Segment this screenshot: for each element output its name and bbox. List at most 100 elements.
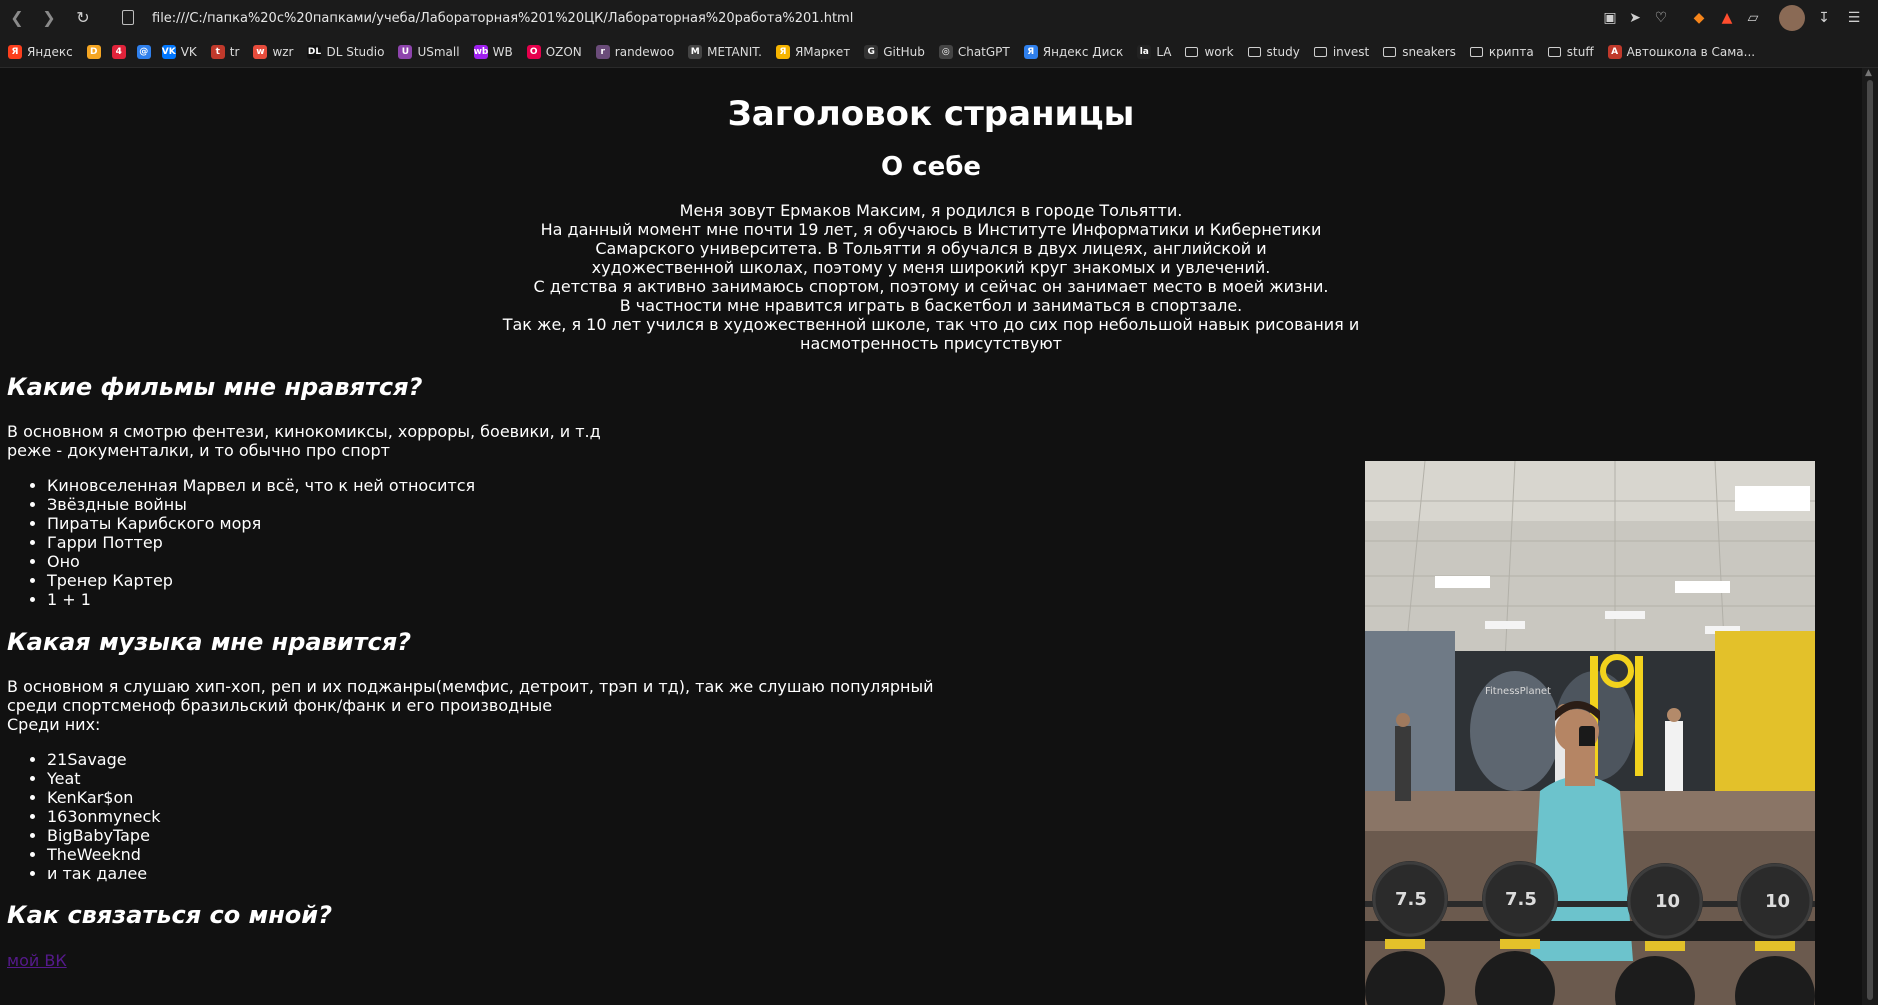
folder-icon xyxy=(1383,47,1397,57)
bookmark-item[interactable]: VK VK xyxy=(161,45,197,59)
download-icon[interactable]: ↧ xyxy=(1815,9,1833,27)
bookmark-item[interactable]: invest xyxy=(1313,45,1369,59)
page-title: Заголовок страницы xyxy=(727,94,1135,134)
bookmark-item[interactable]: work xyxy=(1185,45,1234,59)
bookmark-label: stuff xyxy=(1566,45,1594,59)
bookmark-item[interactable]: G GitHub xyxy=(864,45,925,59)
movies-list: Киновселенная Марвел и всё, что к ней от… xyxy=(7,476,475,609)
text-line: Меня зовут Ермаков Максим, я родился в г… xyxy=(679,201,1183,220)
reload-icon[interactable]: ↻ xyxy=(72,7,94,29)
bookmark-item[interactable]: t tr xyxy=(210,45,240,59)
send-icon[interactable]: ➤ xyxy=(1626,9,1644,27)
gym-selfie-photo: FitnessPlanet 7.5 7.5 10 10 xyxy=(1365,461,1815,1005)
scrollbar-thumb[interactable] xyxy=(1867,80,1873,1000)
bookmark-favicon-icon: @ xyxy=(136,45,151,59)
text-line: В основном я смотрю фентези, кинокомиксы… xyxy=(7,422,601,441)
text-line: реже - документалки, и то обычно про спо… xyxy=(7,441,390,460)
browser-chrome: ❮ ❯ ↻ file:///C:/папка%20c%20папками/уче… xyxy=(0,0,1878,68)
list-item: Тренер Картер xyxy=(47,571,475,590)
bookmark-favicon-icon: O xyxy=(526,45,541,59)
text-line: На данный момент мне почти 19 лет, я обу… xyxy=(540,220,1322,239)
list-item: Звёздные войны xyxy=(47,495,475,514)
bookmark-item[interactable]: DL DL Studio xyxy=(307,45,384,59)
text-line: среди спортсменоф бразильский фонк/фанк … xyxy=(7,696,553,715)
text-line: художественной школах, поэтому у меня ши… xyxy=(591,258,1271,277)
forward-arrow-icon[interactable]: ❯ xyxy=(38,7,60,29)
bookmark-item[interactable]: r randewoo xyxy=(595,45,675,59)
plate-label-1: 7.5 xyxy=(1395,889,1427,910)
folder-icon xyxy=(1185,47,1199,57)
text-line: В основном я слушаю хип-хоп, реп и их по… xyxy=(7,677,934,696)
bookmark-label: LA xyxy=(1156,45,1172,59)
cube-extension-icon[interactable]: ▱ xyxy=(1744,9,1762,27)
browser-toolbar: ❮ ❯ ↻ file:///C:/папка%20c%20папками/уче… xyxy=(0,0,1878,38)
bookmark-item[interactable]: sneakers xyxy=(1383,45,1456,59)
list-item: Оно xyxy=(47,552,475,571)
bookmark-item[interactable]: O OZON xyxy=(526,45,582,59)
bookmark-item[interactable]: Я Яндекс Диск xyxy=(1023,45,1124,59)
text-line: Самарского университета. В Тольятти я об… xyxy=(595,239,1267,258)
bookmark-favicon-icon: w xyxy=(253,45,268,59)
bookmark-item[interactable]: ◎ ChatGPT xyxy=(938,45,1010,59)
bookmark-item[interactable]: M METANIT. xyxy=(688,45,762,59)
bookmark-favicon-icon: la xyxy=(1137,45,1152,59)
bookmark-favicon-icon: ◎ xyxy=(938,45,953,59)
bookmark-item[interactable]: Я ЯМаркет xyxy=(775,45,850,59)
contact-heading: Как связаться со мной? xyxy=(7,901,332,929)
bookmark-label: sneakers xyxy=(1402,45,1456,59)
menu-icon[interactable]: ☰ xyxy=(1845,9,1863,27)
bookmark-label: GitHub xyxy=(883,45,925,59)
back-arrow-icon[interactable]: ❮ xyxy=(6,7,28,29)
profile-avatar[interactable] xyxy=(1779,5,1805,31)
bookmark-item[interactable]: study xyxy=(1247,45,1300,59)
bookmark-item[interactable]: D xyxy=(86,45,106,59)
bookmark-label: Яндекс Диск xyxy=(1042,45,1124,59)
bookmark-label: wzr xyxy=(272,45,294,59)
gym-photo-illustration: FitnessPlanet 7.5 7.5 10 10 xyxy=(1365,461,1815,1005)
bookmark-favicon-icon: r xyxy=(595,45,610,59)
bookmark-item[interactable]: la LA xyxy=(1137,45,1171,59)
bookmark-item[interactable]: A Автошкола в Сама... xyxy=(1607,45,1755,59)
bookmark-label: METANIT. xyxy=(707,45,762,59)
flame-extension-icon[interactable]: ▲ xyxy=(1718,9,1736,27)
bookmark-label: OZON xyxy=(545,45,582,59)
bookmark-label: work xyxy=(1204,45,1234,59)
bookmark-item[interactable]: @ xyxy=(136,45,156,59)
list-item: BigBabyTape xyxy=(47,826,161,845)
bookmark-favicon-icon: G xyxy=(864,45,879,59)
list-item: 21Savage xyxy=(47,750,161,769)
address-bar[interactable]: file:///C:/папка%20c%20папками/учеба/Лаб… xyxy=(152,11,853,26)
bookmark-label: WB xyxy=(492,45,513,59)
bookmark-label: Яндекс xyxy=(27,45,73,59)
music-heading: Какая музыка мне нравится? xyxy=(7,628,412,656)
list-item: Гарри Поттер xyxy=(47,533,475,552)
folder-icon xyxy=(1469,47,1483,57)
scroll-up-arrow-icon[interactable]: ▲ xyxy=(1865,68,1872,78)
favorite-heart-icon[interactable]: ♡ xyxy=(1652,9,1670,27)
bookmark-favicon-icon: Я xyxy=(8,45,22,59)
bookmark-favicon-icon: A xyxy=(1607,45,1622,59)
folder-icon xyxy=(1547,47,1561,57)
bookmark-item[interactable]: stuff xyxy=(1547,45,1594,59)
vk-link[interactable]: мой ВК xyxy=(7,951,67,970)
metamask-icon[interactable]: ◆ xyxy=(1690,9,1708,27)
music-list: 21SavageYeatKenKar$on163onmyneckBigBabyT… xyxy=(7,750,161,883)
screenshot-icon[interactable]: ▣ xyxy=(1601,9,1619,27)
list-item: 1 + 1 xyxy=(47,590,475,609)
bookmark-item[interactable]: U USmall xyxy=(398,45,460,59)
bookmark-item[interactable]: wb WB xyxy=(473,45,513,59)
bookmark-item[interactable]: Я Яндекс xyxy=(8,45,73,59)
bookmark-label: tr xyxy=(229,45,240,59)
bookmark-label: study xyxy=(1266,45,1300,59)
bookmark-item[interactable]: w wzr xyxy=(253,45,293,59)
bookmark-item[interactable]: 4 xyxy=(111,45,131,59)
bookmark-favicon-icon: U xyxy=(398,45,413,59)
list-item: TheWeeknd xyxy=(47,845,161,864)
bookmark-item[interactable]: крипта xyxy=(1469,45,1534,59)
movies-heading: Какие фильмы мне нравятся? xyxy=(7,373,423,401)
page-scrollbar[interactable]: ▲ xyxy=(1862,68,1878,1005)
text-line: Среди них: xyxy=(7,715,101,734)
bookmark-label: randewoo xyxy=(614,45,675,59)
music-intro: В основном я слушаю хип-хоп, реп и их по… xyxy=(7,677,934,734)
list-item: Киновселенная Марвел и всё, что к ней от… xyxy=(47,476,475,495)
